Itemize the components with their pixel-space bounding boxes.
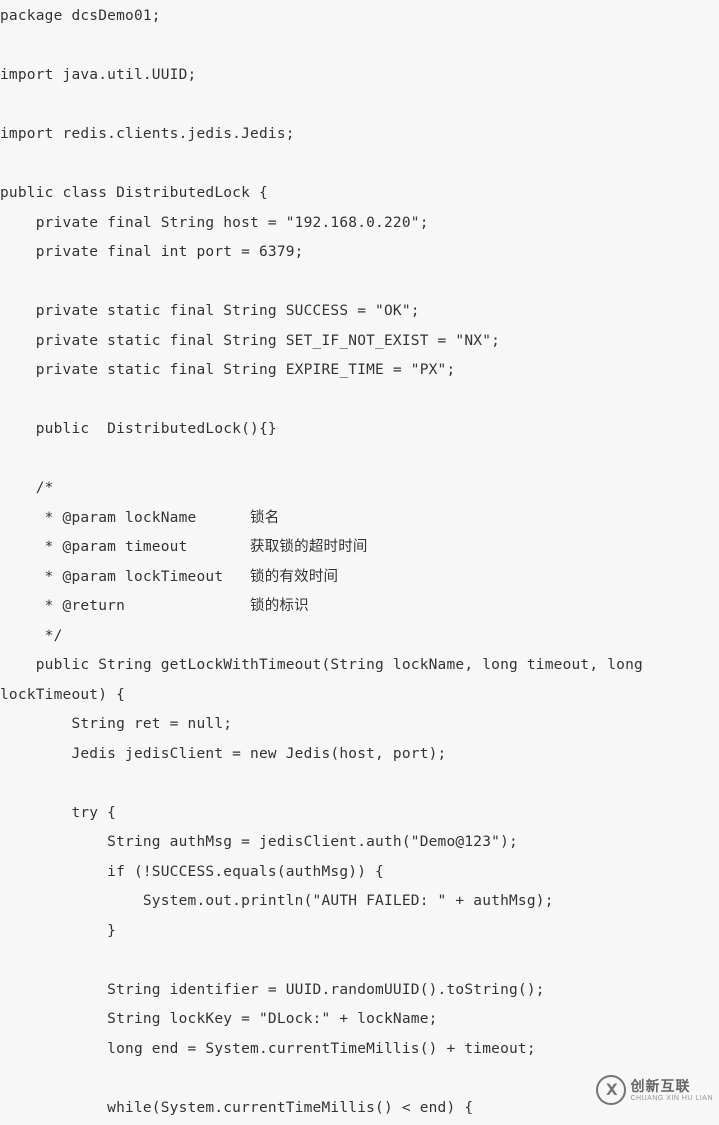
watermark-main-text: 创新互联 — [630, 1079, 713, 1093]
code-block: package dcsDemo01; import java.util.UUID… — [0, 2, 719, 1123]
watermark: X 创新互联 CHUANG XIN HU LIAN — [596, 1075, 713, 1105]
watermark-sub-text: CHUANG XIN HU LIAN — [630, 1095, 713, 1102]
watermark-logo-icon: X — [596, 1075, 626, 1105]
